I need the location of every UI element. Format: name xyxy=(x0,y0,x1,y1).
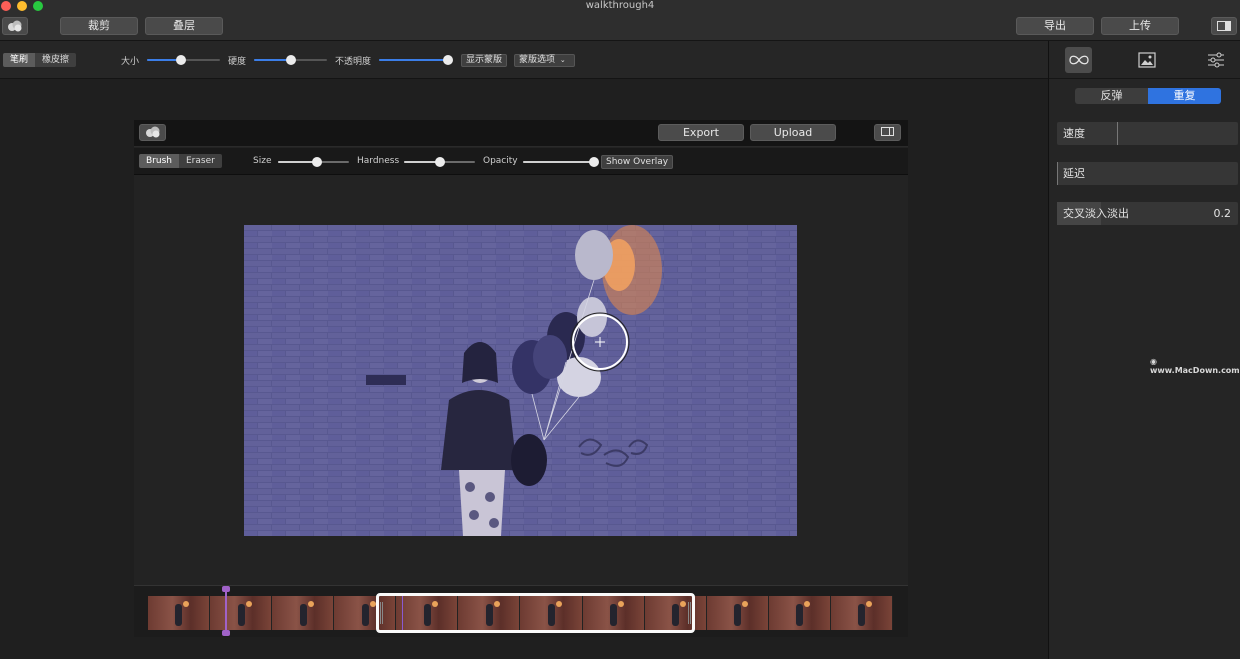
hardness-label: 硬度 xyxy=(228,57,247,67)
film-frame xyxy=(768,596,831,630)
tab-loop[interactable] xyxy=(1065,47,1092,73)
film-frame xyxy=(830,596,893,630)
film-frame xyxy=(272,596,335,630)
preview-opacity-knob[interactable] xyxy=(589,157,599,167)
preview-hardness-knob[interactable] xyxy=(434,157,445,167)
photo-illustration xyxy=(244,225,797,536)
delay-field[interactable]: 延迟 xyxy=(1057,162,1238,185)
show-overlay-button[interactable]: Show Overlay xyxy=(601,155,674,169)
watermark-text: www.MacDown.com xyxy=(1150,366,1240,375)
preview-brush-toolbar: Brush Eraser Size Hardness Opacity Show … xyxy=(134,148,908,175)
clouds-icon xyxy=(8,20,22,32)
layers-button[interactable]: 叠层 xyxy=(145,17,223,35)
inspector-tabs xyxy=(1049,41,1240,79)
preview-brush-eraser-toggle: Brush Eraser xyxy=(139,154,222,168)
title-bar: walkthrough4 裁剪 叠层 导出 上传 xyxy=(0,0,1240,41)
sidebar-icon xyxy=(881,127,894,136)
timeline[interactable] xyxy=(134,585,908,637)
inspector-panel: 反弹 重复 速度 延迟 交叉淡入淡出 0.2 xyxy=(1048,41,1240,659)
size-slider-knob[interactable] xyxy=(176,55,187,65)
preview-opacity-slider[interactable] xyxy=(523,157,599,167)
crossfade-value: 0.2 xyxy=(1213,207,1232,220)
preview-export-button[interactable]: Export xyxy=(658,124,744,141)
selection-start-handle[interactable] xyxy=(380,602,383,624)
chevron-down-icon: ⌄ xyxy=(559,56,566,64)
delay-slider-marker xyxy=(1057,162,1058,185)
speed-label: 速度 xyxy=(1063,127,1085,140)
mask-options-dropdown[interactable]: 蒙版选项 ⌄ xyxy=(514,54,575,67)
opacity-slider-knob[interactable] xyxy=(443,55,453,65)
app-window: walkthrough4 裁剪 叠层 导出 上传 笔刷 橡皮擦 大小 硬度 不透… xyxy=(0,0,1240,659)
upload-button[interactable]: 上传 xyxy=(1101,17,1179,35)
size-label: 大小 xyxy=(121,57,140,67)
sliders-icon xyxy=(1207,52,1224,68)
opacity-slider[interactable] xyxy=(379,55,453,65)
brush-toolbar: 笔刷 橡皮擦 大小 硬度 不透明度 显示蒙版 蒙版选项 ⌄ xyxy=(0,41,1048,79)
watermark: ◉ www.MacDown.com xyxy=(1150,357,1240,375)
brush-eraser-toggle: 笔刷 橡皮擦 xyxy=(3,53,77,67)
bounce-option[interactable]: 反弹 xyxy=(1075,88,1148,104)
hardness-slider-knob[interactable] xyxy=(285,55,296,65)
loop-selection[interactable] xyxy=(376,593,695,633)
film-frame xyxy=(210,596,273,630)
infinity-icon xyxy=(1068,55,1089,65)
export-button[interactable]: 导出 xyxy=(1016,17,1094,35)
tab-adjustments[interactable] xyxy=(1202,47,1229,73)
image-icon xyxy=(1137,52,1156,68)
sidebar-icon xyxy=(1217,21,1231,31)
playhead[interactable] xyxy=(222,586,230,636)
brush-tab[interactable]: 笔刷 xyxy=(3,53,36,67)
crossfade-label: 交叉淡入淡出 xyxy=(1063,207,1129,220)
preview-size-knob[interactable] xyxy=(312,157,323,167)
preview-opacity-label: Opacity xyxy=(483,156,518,166)
crossfade-field[interactable]: 交叉淡入淡出 0.2 xyxy=(1057,202,1238,225)
preview-sidebar-button[interactable] xyxy=(874,124,901,141)
preview-hardness-label: Hardness xyxy=(357,156,400,166)
loop-mode-toggle: 反弹 重复 xyxy=(1075,88,1221,104)
preview-upload-button[interactable]: Upload xyxy=(750,124,836,141)
delay-label: 延迟 xyxy=(1063,167,1085,180)
opacity-label: 不透明度 xyxy=(335,57,372,67)
speed-slider-marker xyxy=(1117,122,1118,145)
film-frame xyxy=(706,596,769,630)
preview-eraser-tab[interactable]: Eraser xyxy=(178,154,222,168)
crop-button[interactable]: 裁剪 xyxy=(60,17,138,35)
preview-title-bar: Export Upload xyxy=(134,120,908,147)
repeat-option[interactable]: 重复 xyxy=(1148,88,1221,104)
film-frame xyxy=(148,596,211,630)
preview-size-label: Size xyxy=(253,156,272,166)
size-slider[interactable] xyxy=(147,55,220,65)
show-mask-button[interactable]: 显示蒙版 xyxy=(461,54,508,67)
app-logo-button[interactable] xyxy=(2,17,28,35)
preview-logo-button[interactable] xyxy=(139,124,166,141)
preview-hardness-slider[interactable] xyxy=(404,157,475,167)
watermark-logo-icon: ◉ xyxy=(1150,357,1157,366)
selection-end-handle[interactable] xyxy=(688,602,691,624)
eraser-tab[interactable]: 橡皮擦 xyxy=(35,53,77,67)
clouds-icon xyxy=(145,126,159,138)
toggle-sidebar-button[interactable] xyxy=(1211,17,1237,35)
mask-options-label: 蒙版选项 xyxy=(519,55,556,65)
preview-brush-tab[interactable]: Brush xyxy=(139,154,179,168)
photo-canvas[interactable] xyxy=(244,225,797,536)
tab-image[interactable] xyxy=(1133,47,1160,73)
speed-field[interactable]: 速度 xyxy=(1057,122,1238,145)
preview-size-slider[interactable] xyxy=(278,157,349,167)
hardness-slider[interactable] xyxy=(254,55,327,65)
window-title: walkthrough4 xyxy=(585,0,655,11)
